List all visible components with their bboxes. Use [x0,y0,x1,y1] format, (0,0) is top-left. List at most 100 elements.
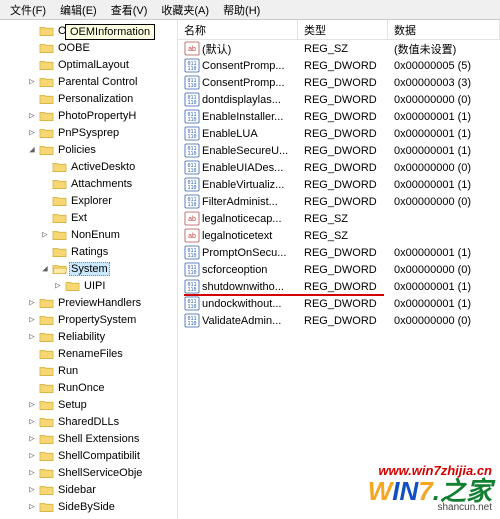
tree-expander-icon[interactable]: ◢ [26,145,38,155]
list-row[interactable]: shutdownwitho...REG_DWORD0x00000001 (1) [178,278,500,295]
tree-item[interactable]: ▷UIPI [0,277,177,294]
tree-item[interactable]: OOBE [0,39,177,56]
cell-data: 0x00000005 (5) [388,60,500,72]
reg-dword-icon [184,245,200,260]
cell-type: REG_DWORD [298,145,388,157]
tree-item-label: SideBySide [56,500,117,514]
cell-data: 0x00000001 (1) [388,247,500,259]
cell-data: 0x00000000 (0) [388,264,500,276]
value-name-text: ConsentPromp... [202,77,285,89]
list-row[interactable]: undockwithout...REG_DWORD0x00000001 (1) [178,295,500,312]
tree-item[interactable]: ▷PnPSysprep [0,124,177,141]
tree-item[interactable]: ◢ Policies [0,141,177,158]
tree-item[interactable]: ▷PreviewHandlers [0,294,177,311]
tree-expander-icon[interactable]: ▷ [52,281,64,291]
tree-expander-icon[interactable]: ▷ [39,230,51,240]
tree-item-label: Policies [56,143,98,157]
col-header-data[interactable]: 数据 [388,20,500,39]
tree-item[interactable]: Ext [0,209,177,226]
menu-view[interactable]: 查看(V) [105,0,154,20]
list-row[interactable]: FilterAdminist...REG_DWORD0x00000000 (0) [178,193,500,210]
list-row[interactable]: EnableUIADes...REG_DWORD0x00000000 (0) [178,159,500,176]
tree-item[interactable]: ▷Shell Extensions [0,430,177,447]
menu-help[interactable]: 帮助(H) [217,0,266,20]
cell-name: dontdisplaylas... [178,92,298,107]
tree-item[interactable]: OptimalLayout [0,56,177,73]
tree-expander-icon[interactable]: ▷ [26,502,38,512]
list-row[interactable]: dontdisplaylas...REG_DWORD0x00000000 (0) [178,91,500,108]
list-row[interactable]: (默认)REG_SZ(数值未设置) [178,40,500,57]
list-row[interactable]: EnableInstaller...REG_DWORD0x00000001 (1… [178,108,500,125]
tree-expander-icon[interactable]: ▷ [26,417,38,427]
tree-expander-icon[interactable]: ▷ [26,451,38,461]
tree-item[interactable]: ◢System [0,260,177,277]
folder-icon [38,483,54,497]
tree-item[interactable]: RenameFiles [0,345,177,362]
tree-item[interactable]: ▷NonEnum [0,226,177,243]
tree-item-label: ShellCompatibilit [56,449,142,463]
list-row[interactable]: EnableLUAREG_DWORD0x00000001 (1) [178,125,500,142]
cell-name: shutdownwitho... [178,279,298,294]
tree-item[interactable]: ▷PropertySystem [0,311,177,328]
col-header-name[interactable]: 名称 [178,20,298,39]
folder-icon [38,500,54,514]
list-row[interactable]: ValidateAdmin...REG_DWORD0x00000000 (0) [178,312,500,329]
list-row[interactable]: scforceoptionREG_DWORD0x00000000 (0) [178,261,500,278]
list-row[interactable]: ConsentPromp...REG_DWORD0x00000003 (3) [178,74,500,91]
tree-item[interactable]: Explorer [0,192,177,209]
list-row[interactable]: legalnoticecap...REG_SZ [178,210,500,227]
tree-item[interactable]: ActiveDeskto [0,158,177,175]
tree-item[interactable]: Ratings [0,243,177,260]
list-row[interactable]: PromptOnSecu...REG_DWORD0x00000001 (1) [178,244,500,261]
cell-name: EnableInstaller... [178,109,298,124]
tree-expander-icon[interactable]: ◢ [39,264,51,274]
tree-item[interactable]: ▷Parental Control [0,73,177,90]
tree-item[interactable]: ▷PhotoPropertyH [0,107,177,124]
tree-expander-icon[interactable]: ▷ [26,468,38,478]
tree-item[interactable]: ▷Sidebar [0,481,177,498]
tree-expander-icon[interactable]: ▷ [26,111,38,121]
tree-tooltip: OEMInformation [65,24,155,40]
cell-type: REG_DWORD [298,111,388,123]
value-name-text: shutdownwitho... [202,281,284,293]
cell-name: FilterAdminist... [178,194,298,209]
tree-expander-icon[interactable]: ▷ [26,315,38,325]
col-header-type[interactable]: 类型 [298,20,388,39]
tree-item-label: Explorer [69,194,114,208]
cell-name: EnableLUA [178,126,298,141]
list-row[interactable]: EnableSecureU...REG_DWORD0x00000001 (1) [178,142,500,159]
folder-icon [64,279,80,293]
tree-expander-icon[interactable]: ▷ [26,77,38,87]
tree-expander-icon[interactable]: ▷ [26,485,38,495]
list-row[interactable]: legalnoticetextREG_SZ [178,227,500,244]
tree-item[interactable]: ▷ ShellCompatibilit [0,447,177,464]
cell-type: REG_DWORD [298,162,388,174]
tree-item[interactable]: ▷Setup [0,396,177,413]
tree-item[interactable]: ▷Reliability [0,328,177,345]
list-row[interactable]: ConsentPromp...REG_DWORD0x00000005 (5) [178,57,500,74]
reg-dword-icon [184,194,200,209]
tree-expander-icon[interactable]: ▷ [26,298,38,308]
cell-type: REG_DWORD [298,247,388,259]
reg-dword-icon [184,177,200,192]
tree-item[interactable]: ▷ShellServiceObje [0,464,177,481]
menu-edit[interactable]: 编辑(E) [54,0,103,20]
tree-expander-icon[interactable]: ▷ [26,400,38,410]
tree-item[interactable]: Personalization [0,90,177,107]
tree-item[interactable]: Attachments [0,175,177,192]
menu-file[interactable]: 文件(F) [4,0,52,20]
tree-item[interactable]: Run [0,362,177,379]
tree-expander-icon[interactable]: ▷ [26,332,38,342]
registry-tree-panel[interactable]: OEMInformation OEMInformationOOBEOptimal… [0,20,178,519]
tree-expander-icon[interactable]: ▷ [26,128,38,138]
tree-item[interactable]: RunOnce [0,379,177,396]
folder-icon [38,24,54,38]
tree-item[interactable]: ▷ SideBySide [0,498,177,515]
reg-dword-icon [184,313,200,328]
cell-name: ValidateAdmin... [178,313,298,328]
tree-item[interactable]: ▷SharedDLLs [0,413,177,430]
menu-favorites[interactable]: 收藏夹(A) [155,0,215,20]
tree-expander-icon[interactable]: ▷ [26,434,38,444]
tree-item-label: OOBE [56,41,92,55]
list-row[interactable]: EnableVirtualiz...REG_DWORD0x00000001 (1… [178,176,500,193]
